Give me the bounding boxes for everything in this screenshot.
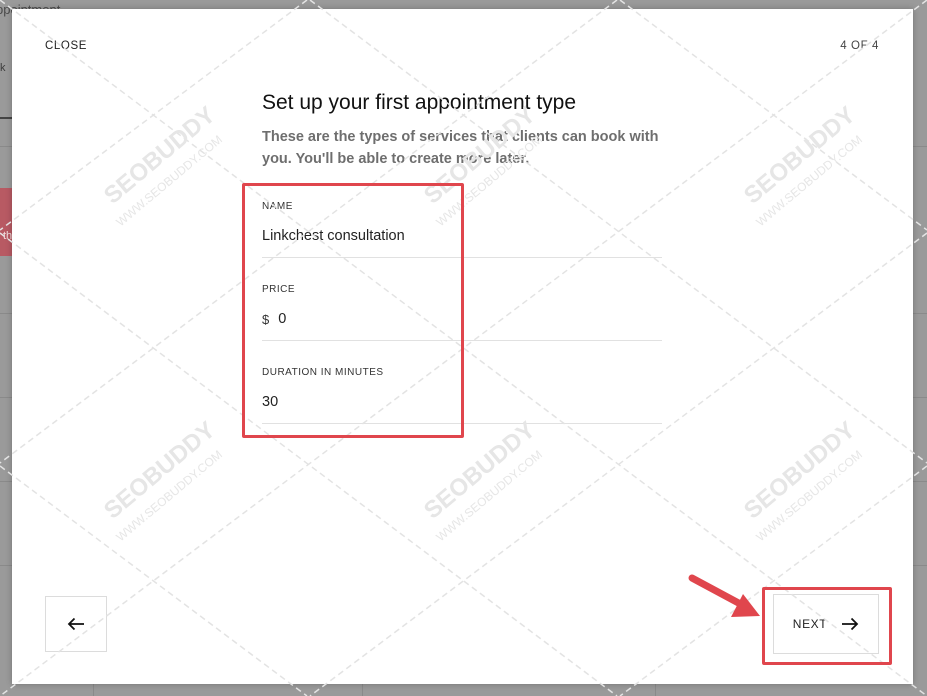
background-red-card-text: th xyxy=(3,230,13,242)
fields-highlight-box xyxy=(242,183,464,438)
back-button[interactable] xyxy=(45,596,107,652)
step-indicator: 4 OF 4 xyxy=(840,40,879,52)
background-divider xyxy=(93,684,94,696)
background-divider xyxy=(362,684,363,696)
background-divider xyxy=(655,684,656,696)
close-button[interactable]: CLOSE xyxy=(45,40,87,52)
page-title: Set up your first appointment type xyxy=(262,91,577,114)
page-subtitle: These are the types of services that cli… xyxy=(262,129,659,167)
arrow-left-icon xyxy=(67,617,84,631)
next-highlight-box xyxy=(762,587,892,665)
background-red-card xyxy=(0,188,12,256)
background-tab: k xyxy=(0,62,6,74)
